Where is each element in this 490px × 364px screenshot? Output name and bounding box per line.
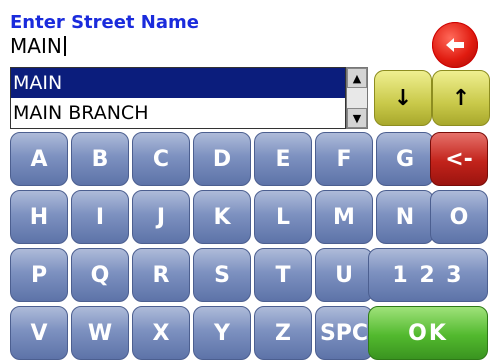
street-name-input[interactable]: MAIN: [10, 34, 66, 58]
input-value: MAIN: [10, 34, 62, 58]
results-list[interactable]: MAIN MAIN BRANCH: [10, 67, 346, 129]
key-q[interactable]: Q: [71, 248, 129, 302]
results-scrollbar[interactable]: ▲ ▼: [346, 67, 368, 129]
move-down-button[interactable]: ↓: [374, 70, 432, 126]
space-button[interactable]: SPC: [315, 306, 373, 360]
scroll-down-icon[interactable]: ▼: [347, 108, 367, 128]
key-d[interactable]: D: [193, 132, 251, 186]
back-arrow-icon: [446, 38, 464, 52]
key-s[interactable]: S: [193, 248, 251, 302]
key-r[interactable]: R: [132, 248, 190, 302]
key-u[interactable]: U: [315, 248, 373, 302]
page-title: Enter Street Name: [10, 12, 199, 33]
key-j[interactable]: J: [132, 190, 190, 244]
backspace-button[interactable]: <-: [430, 132, 488, 186]
key-y[interactable]: Y: [193, 306, 251, 360]
back-button[interactable]: [432, 22, 478, 68]
key-b[interactable]: B: [71, 132, 129, 186]
key-g[interactable]: G: [376, 132, 434, 186]
key-h[interactable]: H: [10, 190, 68, 244]
key-v[interactable]: V: [10, 306, 68, 360]
key-o[interactable]: O: [430, 190, 488, 244]
key-p[interactable]: P: [10, 248, 68, 302]
key-z[interactable]: Z: [254, 306, 312, 360]
key-m[interactable]: M: [315, 190, 373, 244]
key-n[interactable]: N: [376, 190, 434, 244]
scroll-up-icon[interactable]: ▲: [347, 68, 367, 88]
ok-button[interactable]: OK: [368, 306, 488, 360]
key-t[interactable]: T: [254, 248, 312, 302]
key-f[interactable]: F: [315, 132, 373, 186]
list-item[interactable]: MAIN BRANCH: [11, 98, 345, 128]
key-e[interactable]: E: [254, 132, 312, 186]
key-c[interactable]: C: [132, 132, 190, 186]
key-w[interactable]: W: [71, 306, 129, 360]
key-x[interactable]: X: [132, 306, 190, 360]
key-k[interactable]: K: [193, 190, 251, 244]
text-caret: [63, 36, 66, 56]
numbers-button[interactable]: 1 2 3: [368, 248, 488, 302]
list-item-selected[interactable]: MAIN: [11, 68, 345, 98]
key-a[interactable]: A: [10, 132, 68, 186]
key-l[interactable]: L: [254, 190, 312, 244]
key-i[interactable]: I: [71, 190, 129, 244]
move-up-button[interactable]: ↑: [432, 70, 490, 126]
